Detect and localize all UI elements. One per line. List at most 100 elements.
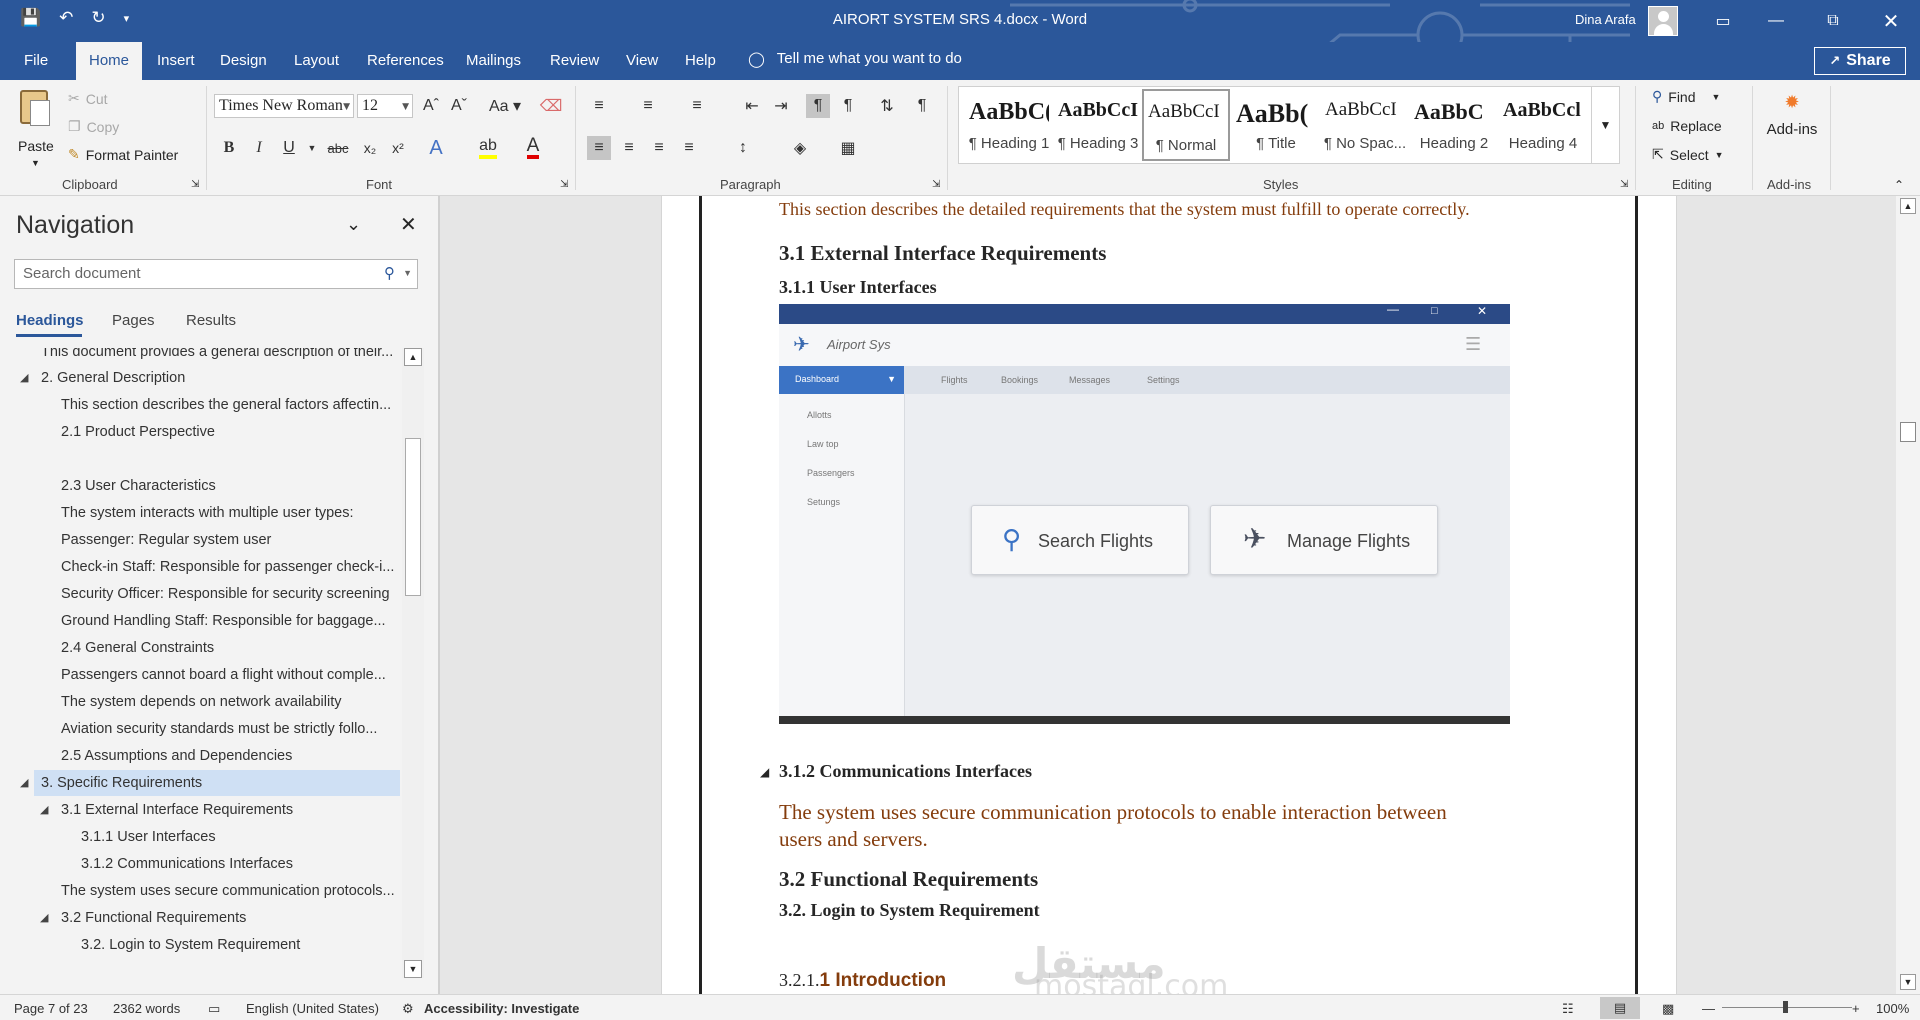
list-item[interactable]: 3.1.2 Communications Interfaces	[81, 851, 397, 877]
avatar[interactable]	[1648, 6, 1678, 36]
tab-layout[interactable]: Layout	[294, 52, 339, 69]
cut-button[interactable]: ✂ Cut	[68, 90, 108, 107]
user-name[interactable]: Dina Arafa	[1575, 12, 1636, 27]
comm-paragraph-line2[interactable]: users and servers.	[779, 827, 928, 852]
scroll-down-icon[interactable]: ▼	[404, 960, 422, 978]
list-item[interactable]: Check-in Staff: Responsible for passenge…	[61, 554, 397, 580]
collapse-icon[interactable]: ◢	[20, 770, 28, 796]
list-item[interactable]: Passengers cannot board a flight without…	[61, 662, 397, 688]
tab-home[interactable]: Home	[76, 42, 142, 80]
list-item[interactable]: Security Officer: Responsible for securi…	[61, 581, 397, 607]
restore-icon[interactable]: ⧉	[1810, 0, 1856, 42]
heading-3-2[interactable]: 3.2 Functional Requirements	[779, 867, 1038, 892]
tab-file[interactable]: File	[24, 52, 48, 69]
font-color-icon[interactable]: A	[521, 136, 545, 160]
grow-font-icon[interactable]: Aˆ	[419, 94, 443, 118]
decrease-indent-icon[interactable]: ⇤	[740, 94, 764, 118]
minimize-icon[interactable]: —	[1753, 0, 1799, 42]
scrollbar-thumb[interactable]	[405, 438, 421, 596]
list-item[interactable]: 3.2 Functional Requirements	[61, 905, 397, 931]
collapse-icon[interactable]: ◢	[20, 365, 28, 391]
zoom-out-icon[interactable]: —	[1702, 1001, 1715, 1016]
comm-paragraph-line1[interactable]: The system uses secure communication pro…	[779, 800, 1447, 825]
read-mode-icon[interactable]: ☷	[1562, 1001, 1574, 1017]
list-item[interactable]: 2.1 Product Perspective	[61, 419, 397, 445]
find-button[interactable]: ⚲ Find ▼	[1652, 88, 1720, 105]
style-no-spacing[interactable]: AaBbCcI ¶ No Spac...	[1321, 89, 1409, 161]
dialog-launcher-icon[interactable]: ⇲	[191, 179, 199, 190]
line-spacing-icon[interactable]: ↕	[731, 136, 755, 160]
list-item[interactable]: 3.2. Login to System Requirement	[81, 932, 397, 958]
bullets-icon[interactable]: ≡	[587, 94, 611, 118]
italic-icon[interactable]: I	[247, 136, 271, 160]
text-effects-icon[interactable]: A	[424, 136, 448, 160]
list-item[interactable]: 2.4 General Constraints	[61, 635, 397, 661]
heading-3-2-1[interactable]: 3.2.1.1 Introduction	[779, 970, 946, 992]
justify-icon[interactable]: ≡	[677, 136, 701, 160]
list-item[interactable]: The system depends on network availabili…	[61, 689, 397, 715]
collapse-icon[interactable]: ◢	[760, 765, 769, 780]
style-normal[interactable]: AaBbCcI ¶ Normal	[1142, 89, 1230, 161]
underline-icon[interactable]: U	[277, 136, 301, 160]
list-item[interactable]: The system uses secure communication pro…	[61, 878, 397, 904]
scroll-up-icon[interactable]: ▲	[1900, 198, 1916, 214]
tab-help[interactable]: Help	[685, 52, 716, 69]
print-layout-icon[interactable]: ▤	[1600, 997, 1640, 1019]
tab-references[interactable]: References	[367, 52, 444, 69]
styles-more-icon[interactable]: ▼	[1591, 87, 1619, 163]
paste-button[interactable]: Paste ▼	[16, 88, 58, 168]
heading-3-1-2[interactable]: 3.1.2 Communications Interfaces	[779, 761, 1032, 782]
subscript-icon[interactable]: x₂	[358, 136, 382, 160]
style-heading-3[interactable]: AaBbCcI ¶ Heading 3	[1054, 89, 1142, 161]
align-left-icon[interactable]: ≡	[587, 136, 611, 160]
chevron-down-icon[interactable]: ▼	[300, 136, 324, 160]
close-icon[interactable]: ✕	[1868, 0, 1914, 42]
clear-formatting-icon[interactable]: ⌫	[539, 94, 563, 118]
list-item[interactable]: Ground Handling Staff: Responsible for b…	[61, 608, 397, 634]
accessibility-status[interactable]: Accessibility: Investigate	[424, 1001, 579, 1016]
heading-3-2-login[interactable]: 3.2. Login to System Requirement	[779, 900, 1040, 921]
ribbon-display-options-icon[interactable]: ▭	[1700, 0, 1746, 42]
rtl-icon[interactable]: ¶	[836, 94, 860, 118]
intro-paragraph[interactable]: This section describes the detailed requ…	[779, 199, 1470, 220]
tab-headings[interactable]: Headings	[16, 312, 84, 329]
addins-button[interactable]: ✹ Add-ins	[1762, 92, 1822, 162]
list-item[interactable]: 2. General Description	[41, 365, 397, 391]
word-count[interactable]: 2362 words	[113, 1001, 180, 1016]
shrink-font-icon[interactable]: Aˇ	[447, 94, 471, 118]
align-right-icon[interactable]: ≡	[647, 136, 671, 160]
select-button[interactable]: ⇱ Select ▼	[1652, 146, 1724, 163]
list-item[interactable]: 2.5 Assumptions and Dependencies	[61, 743, 397, 769]
list-item[interactable]: 3.1.1 User Interfaces	[81, 824, 397, 850]
borders-icon[interactable]: ▦	[836, 136, 860, 160]
replace-button[interactable]: ab Replace	[1652, 118, 1722, 134]
align-center-icon[interactable]: ≡	[617, 136, 641, 160]
language[interactable]: English (United States)	[246, 1001, 379, 1016]
copy-button[interactable]: ❐ Copy	[68, 118, 119, 135]
style-heading-4[interactable]: AaBbCcl Heading 4	[1499, 89, 1587, 161]
tab-results[interactable]: Results	[186, 312, 236, 329]
style-heading-2[interactable]: AaBbC Heading 2	[1410, 89, 1498, 161]
web-layout-icon[interactable]: ▩	[1662, 1001, 1674, 1017]
sort-icon[interactable]: ⇅	[875, 94, 899, 118]
document-scrollbar[interactable]: ▲ ▼	[1896, 196, 1920, 994]
zoom-in-icon[interactable]: +	[1852, 1001, 1860, 1016]
tab-design[interactable]: Design	[220, 52, 267, 69]
superscript-icon[interactable]: x²	[386, 136, 410, 160]
numbering-icon[interactable]: ≡	[636, 94, 660, 118]
search-icon[interactable]: ⚲	[384, 264, 395, 282]
shading-icon[interactable]: ◈	[788, 136, 812, 160]
font-name-combo[interactable]: Times New Roman ▼	[214, 94, 354, 118]
tab-view[interactable]: View	[626, 52, 658, 69]
dialog-launcher-icon[interactable]: ⇲	[932, 179, 940, 190]
chevron-down-icon[interactable]: ⌄	[346, 214, 361, 235]
collapse-ribbon-icon[interactable]: ⌃	[1894, 178, 1904, 192]
font-size-combo[interactable]: 12 ▼	[357, 94, 413, 118]
accessibility-icon[interactable]: ⚙	[402, 1001, 414, 1017]
increase-indent-icon[interactable]: ⇥	[769, 94, 793, 118]
show-formatting-icon[interactable]: ¶	[910, 94, 934, 118]
list-item[interactable]: 3.1 External Interface Requirements	[61, 797, 397, 823]
close-icon[interactable]: ✕	[400, 212, 417, 237]
proofing-icon[interactable]: ▭	[208, 1001, 220, 1017]
list-item[interactable]: 3. Specific Requirements	[41, 770, 397, 796]
